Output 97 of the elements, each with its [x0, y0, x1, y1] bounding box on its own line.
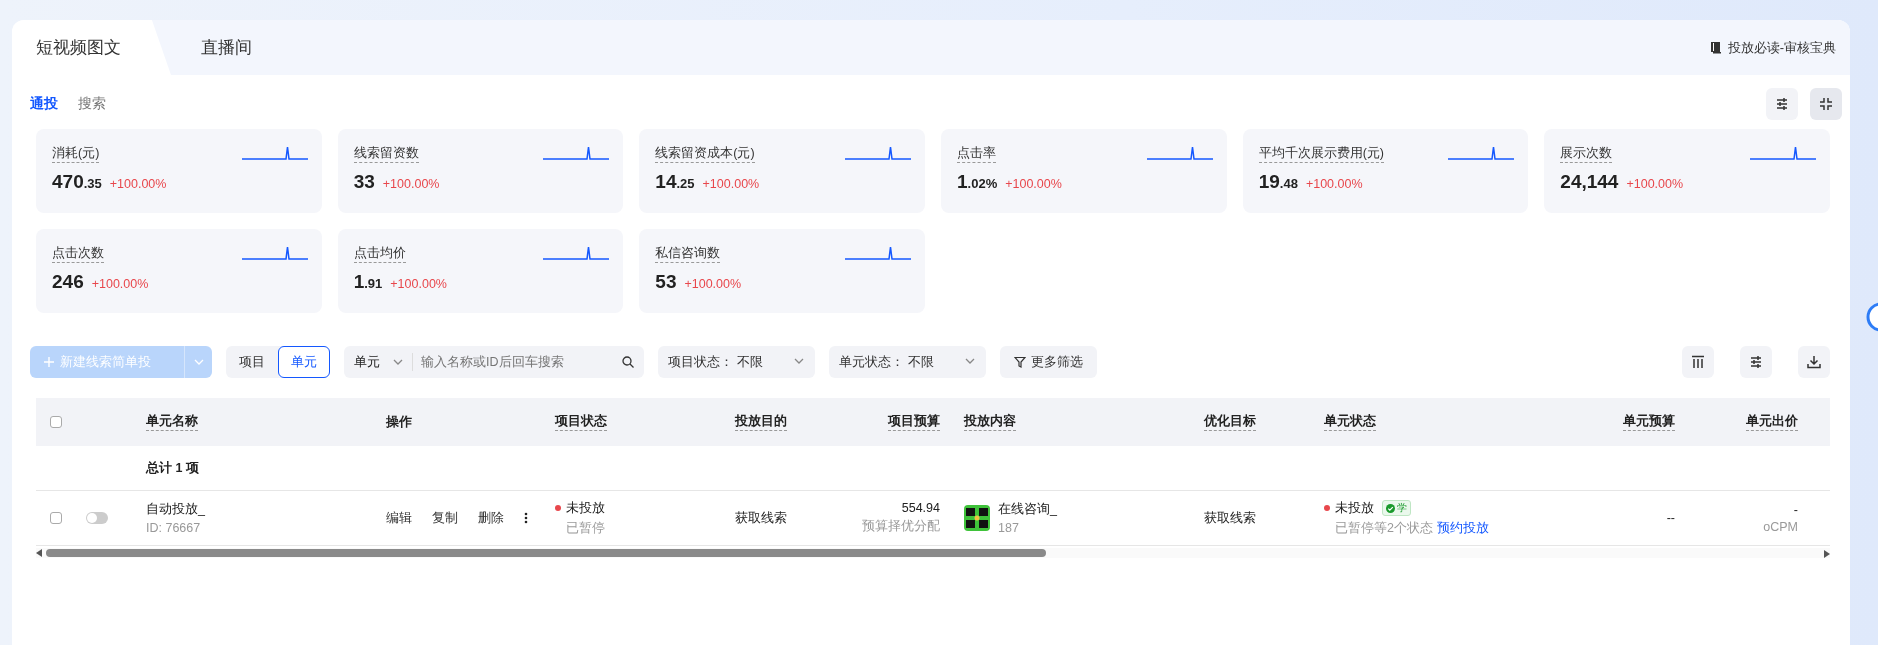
metric-label: 点击均价: [353, 245, 406, 263]
toggle-switch[interactable]: [86, 512, 108, 524]
action-link[interactable]: 删除: [478, 509, 504, 527]
column-header: 投放目的: [735, 413, 787, 431]
sub-tab[interactable]: 搜索: [78, 95, 106, 113]
settings-button[interactable]: [1766, 88, 1798, 120]
status-note: 已暂停等2个状态: [1335, 520, 1433, 535]
tab[interactable]: 直播间: [171, 20, 276, 75]
status-text: 未投放: [566, 499, 605, 517]
table-cell-text: 获取线索: [1204, 509, 1257, 527]
filter-select[interactable]: 单元状态： 不限: [829, 346, 986, 378]
status-text: 未投放: [1335, 499, 1374, 517]
metric-change: +100.00%: [390, 277, 447, 291]
table-row[interactable]: 自动投放_ ID: 76667 编辑 复制 删除 未投放 已暂停 获取线索 554.94 预算择优分配 在线咨询_ 187 获取线索 未投放 学 已暂停等2个状态 预约投放 -- - oCPM: [36, 491, 1830, 546]
horizontal-scrollbar[interactable]: [36, 548, 1830, 558]
column-header: 单元预算: [1623, 413, 1675, 431]
search-field[interactable]: 单元 输入名称或ID后回车搜索: [344, 346, 644, 378]
metric-label: 私信咨询数: [655, 245, 721, 263]
filter-icon: [1014, 356, 1026, 368]
search-icon: [622, 356, 634, 368]
plus-icon: [44, 357, 54, 367]
metric-label: 展示次数: [1560, 145, 1613, 163]
column-header: 项目预算: [888, 413, 940, 431]
metric-value: 53: [655, 271, 677, 293]
status-dot: [555, 505, 561, 511]
columns-button[interactable]: [1682, 346, 1714, 378]
content-title: 在线咨询_: [998, 501, 1057, 518]
metric-change: +100.00%: [91, 277, 149, 291]
column-header: 单元名称: [146, 413, 198, 431]
columns-icon: [1690, 354, 1706, 370]
metric-value: 14.25: [655, 171, 695, 193]
metric-change: +100.00%: [684, 277, 742, 291]
metric-value: 1.02%: [957, 171, 998, 193]
action-link[interactable]: 复制: [432, 509, 458, 527]
metric-value: 1.91: [353, 271, 383, 293]
action-link[interactable]: 编辑: [386, 509, 412, 527]
unit-name[interactable]: 自动投放_: [146, 501, 386, 518]
content-sub: 187: [998, 521, 1020, 535]
table-cell-text: -: [1792, 502, 1798, 517]
filter-select[interactable]: 项目状态： 不限: [658, 346, 815, 378]
scope-select[interactable]: 单元: [354, 353, 413, 371]
bid-type: oCPM: [1763, 519, 1798, 534]
metric-value: 470.35: [52, 171, 102, 193]
column-header: 操作: [386, 413, 412, 431]
metric-change: +100.00%: [1305, 177, 1363, 191]
download-icon: [1806, 354, 1822, 370]
metric-value: 24,144: [1560, 171, 1619, 193]
scrollbar-thumb[interactable]: [46, 549, 1046, 557]
learning-badge: 学: [1382, 500, 1411, 516]
metric-change: +100.00%: [702, 177, 760, 191]
table-cell-text: 554.94: [900, 501, 940, 515]
metric-label: 点击次数: [52, 245, 104, 263]
select-all-checkbox[interactable]: [50, 416, 62, 428]
table-cell: --: [1666, 511, 1675, 525]
row-checkbox[interactable]: [50, 512, 62, 524]
status-note: 已暂停: [565, 519, 606, 537]
metric-value: 33: [353, 171, 375, 193]
book-icon: [1709, 41, 1722, 54]
sliders-icon: [1774, 96, 1790, 112]
status-dot: [1324, 505, 1330, 511]
column-header: 优化目标: [1204, 413, 1256, 431]
metric-label: 线索留资数: [353, 145, 419, 163]
metric-label: 消耗(元): [52, 145, 100, 163]
sub-tab[interactable]: 通投: [30, 95, 58, 113]
collapse-icon: [1818, 96, 1834, 112]
more-icon: [524, 512, 528, 524]
more-filters-button[interactable]: 更多筛选: [1000, 346, 1097, 378]
metric-label: 平均千次展示费用(元): [1258, 145, 1384, 163]
tab[interactable]: 短视频图文: [12, 20, 171, 75]
metric-value: 19.48: [1258, 171, 1298, 193]
unit-id: ID: 76667: [146, 521, 202, 535]
level-tab[interactable]: 项目: [226, 346, 278, 378]
download-button[interactable]: [1798, 346, 1830, 378]
metric-value: 246: [52, 271, 84, 293]
table-cell-text: 获取线索: [735, 509, 788, 527]
metric-change: +100.00%: [109, 177, 167, 191]
column-header: 项目状态: [555, 413, 607, 431]
right-arrow-icon: [1824, 550, 1830, 558]
metric-change: +100.00%: [382, 177, 440, 191]
left-arrow-icon: [36, 549, 42, 557]
floating-button-icon: [1866, 302, 1878, 332]
metric-change: +100.00%: [1626, 177, 1684, 191]
column-header: 投放内容: [964, 413, 1016, 431]
metric-label: 点击率: [957, 145, 996, 163]
column-header: 单元状态: [1324, 413, 1376, 431]
schedule-link[interactable]: 预约投放: [1436, 520, 1489, 535]
summary-text: 总计 1 项: [146, 459, 200, 477]
collapse-button[interactable]: [1810, 88, 1842, 120]
budget-note: 预算择优分配: [862, 518, 940, 535]
guide-link[interactable]: 投放必读-审核宝典: [1709, 38, 1836, 57]
check-circle-icon: [1386, 503, 1395, 513]
sliders-icon: [1748, 354, 1764, 370]
column-header: 单元出价: [1746, 413, 1798, 431]
settings-button[interactable]: [1740, 346, 1772, 378]
metric-change: +100.00%: [1005, 177, 1062, 191]
level-tab[interactable]: 单元: [278, 346, 330, 378]
metric-label: 线索留资成本(元): [655, 145, 755, 163]
